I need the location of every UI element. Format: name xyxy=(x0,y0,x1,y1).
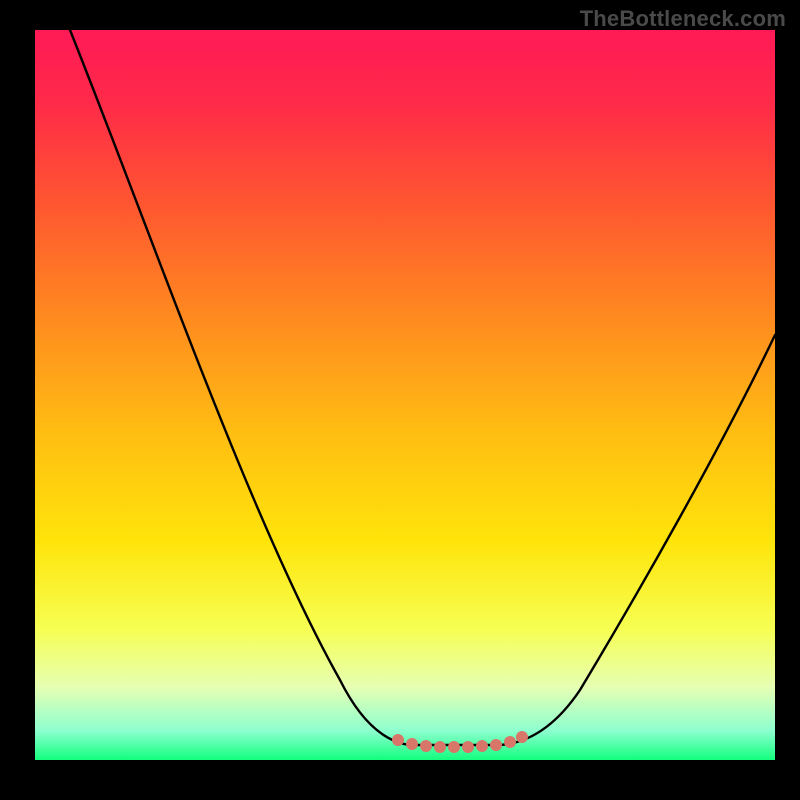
watermark-label: TheBottleneck.com xyxy=(580,6,786,32)
plot-background xyxy=(35,30,775,760)
bottleneck-curve-chart xyxy=(0,0,800,800)
chart-container: TheBottleneck.com xyxy=(0,0,800,800)
frame-left xyxy=(0,0,35,800)
frame-right xyxy=(775,0,800,800)
frame-bottom xyxy=(0,760,800,800)
